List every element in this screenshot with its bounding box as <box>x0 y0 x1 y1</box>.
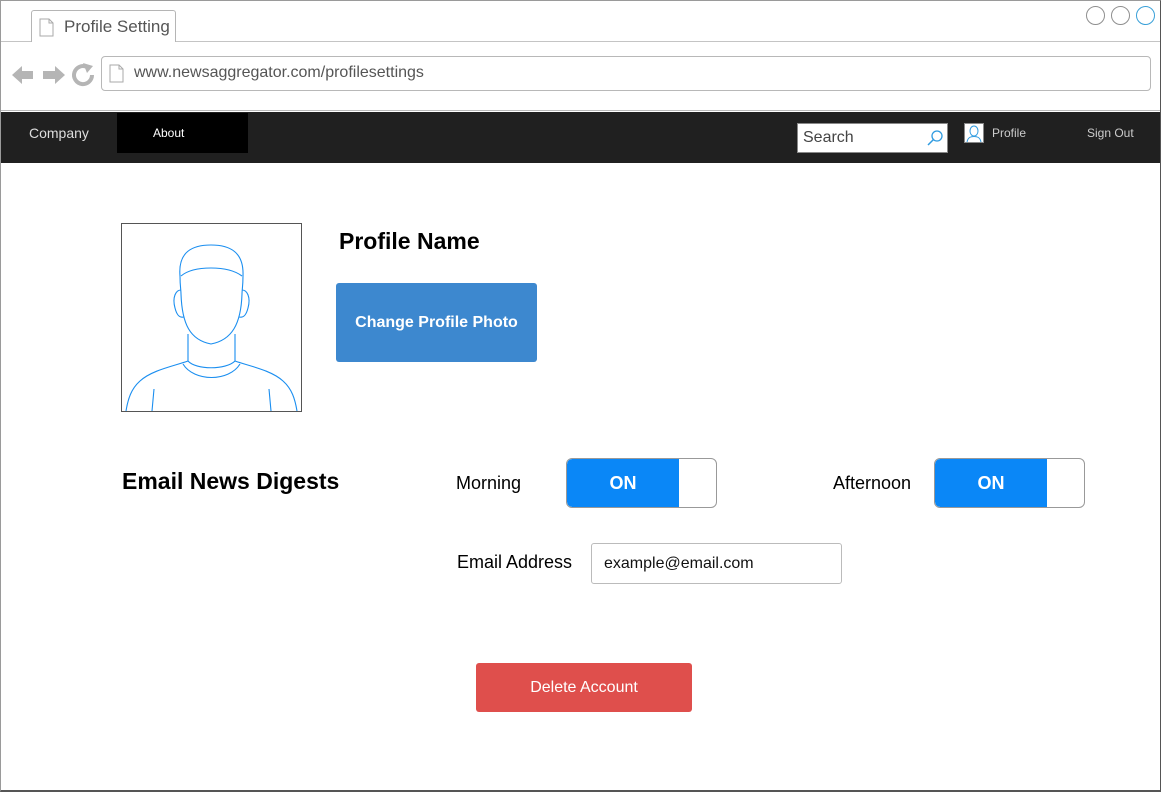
app-navbar: Company About Search Profile Sign Out <box>1 112 1160 163</box>
afternoon-toggle-state: ON <box>935 459 1047 507</box>
browser-window: Profile Setting www.newsaggregator.com/p… <box>0 0 1161 792</box>
afternoon-label: Afternoon <box>833 473 912 493</box>
email-address-label: Email Address <box>457 552 573 572</box>
search-icon[interactable] <box>926 129 944 147</box>
user-icon <box>964 123 984 143</box>
nav-signout-link[interactable]: Sign Out <box>1087 126 1134 140</box>
morning-toggle[interactable]: ON <box>566 458 717 508</box>
chrome-divider <box>1 110 1160 111</box>
page-icon <box>109 64 124 83</box>
nav-company-link[interactable]: Company <box>29 125 89 141</box>
nav-about-link[interactable]: About <box>117 113 248 153</box>
nav-profile-link[interactable]: Profile <box>964 123 1026 148</box>
url-text: www.newsaggregator.com/profilesettings <box>134 64 424 81</box>
window-maximize-button[interactable] <box>1111 6 1130 25</box>
delete-account-button[interactable]: Delete Account <box>476 663 692 712</box>
change-profile-photo-button[interactable]: Change Profile Photo <box>336 283 537 362</box>
afternoon-toggle[interactable]: ON <box>934 458 1085 508</box>
email-digests-heading: Email News Digests <box>122 468 340 494</box>
morning-label: Morning <box>456 473 522 493</box>
nav-about-label: About <box>153 126 185 140</box>
nav-profile-label: Profile <box>992 126 1027 140</box>
search-placeholder: Search <box>803 129 854 146</box>
address-bar[interactable]: www.newsaggregator.com/profilesettings <box>101 56 1151 91</box>
browser-nav-controls <box>11 62 97 93</box>
morning-toggle-state: ON <box>567 459 679 507</box>
email-field[interactable] <box>591 543 842 584</box>
tab-title: Profile Setting <box>64 17 170 36</box>
page-icon <box>39 18 54 37</box>
user-silhouette-icon <box>125 244 298 411</box>
forward-arrow-icon[interactable] <box>43 66 65 84</box>
back-arrow-icon[interactable] <box>12 66 33 84</box>
profile-name: Profile Name <box>339 228 480 254</box>
profile-avatar <box>121 223 302 412</box>
window-close-button[interactable] <box>1136 6 1155 25</box>
search-input[interactable]: Search <box>797 123 948 153</box>
reload-icon[interactable] <box>72 63 95 87</box>
browser-tab[interactable]: Profile Setting <box>31 10 176 42</box>
window-minimize-button[interactable] <box>1086 6 1105 25</box>
